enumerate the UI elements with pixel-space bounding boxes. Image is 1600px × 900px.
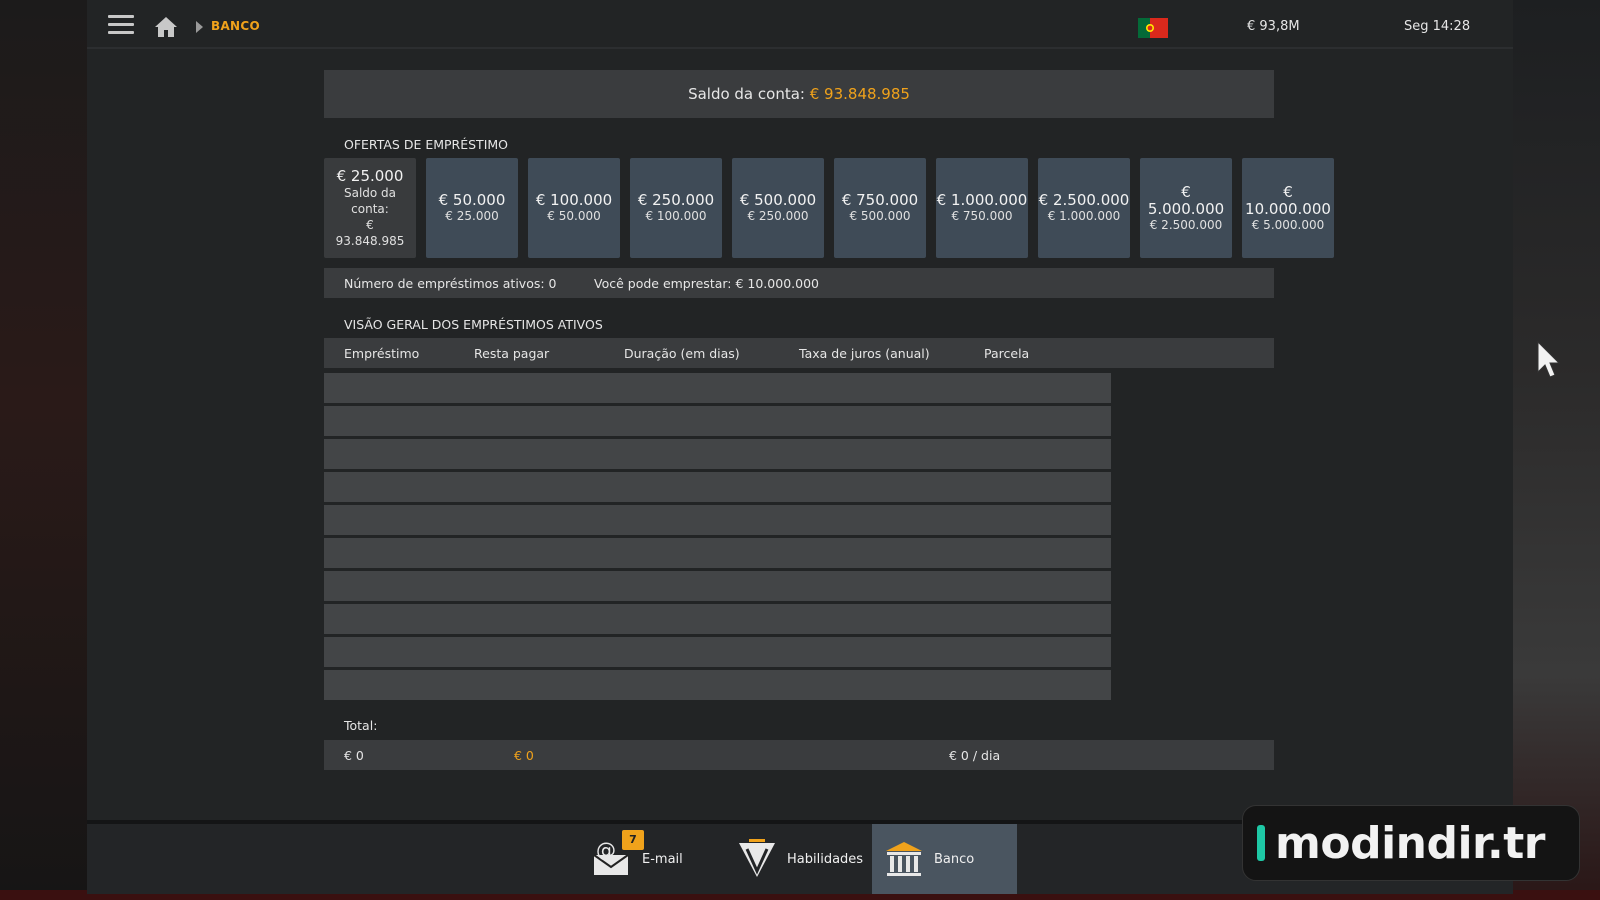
mouse-cursor-icon — [1537, 340, 1560, 378]
loan-offer-card[interactable]: € 2.500.000 € 1.000.000 — [1038, 158, 1130, 258]
hamburger-menu-icon[interactable] — [108, 15, 134, 35]
table-row — [324, 406, 1111, 436]
breadcrumb-arrow-icon — [196, 21, 203, 33]
loan-offer-card[interactable]: € 1.000.000 € 750.000 — [936, 158, 1028, 258]
dock-bank-label: Banco — [934, 851, 975, 867]
loan-offer-card[interactable]: € 100.000 € 50.000 — [528, 158, 620, 258]
bank-window: BANCO € 93,8M Seg 14:28 Saldo da conta: … — [87, 0, 1513, 820]
active-loans-overview-title: VISÃO GERAL DOS EMPRÉSTIMOS ATIVOS — [344, 317, 603, 332]
account-balance-bar: Saldo da conta: € 93.848.985 — [324, 70, 1274, 118]
active-loans-count: Número de empréstimos ativos: 0 — [344, 276, 557, 291]
breadcrumb[interactable]: BANCO — [211, 19, 260, 33]
total-label: Total: — [344, 718, 378, 733]
table-row — [324, 505, 1111, 535]
offer-balance-label: Saldo da conta: — [343, 185, 397, 216]
table-row — [324, 637, 1111, 667]
offer-installment: € 5.000.000 — [1251, 217, 1325, 232]
total-installment: € 0 / dia — [949, 748, 1001, 763]
offer-amount: 5.000.000 — [1147, 199, 1225, 218]
game-clock: Seg 14:28 — [1404, 19, 1471, 34]
total-remaining: € 0 — [514, 748, 534, 763]
skills-icon — [739, 839, 775, 877]
total-loan: € 0 — [344, 748, 364, 763]
offer-amount: € 2.500.000 — [1038, 191, 1130, 209]
watermark-accent-bar — [1257, 825, 1265, 861]
offer-amount: € 250.000 — [637, 191, 715, 209]
offer-amount: € 1.000.000 — [936, 191, 1028, 209]
loan-offer-card[interactable]: € 5.000.000 € 2.500.000 — [1140, 158, 1232, 258]
dock-skills-button[interactable]: Habilidades — [737, 824, 863, 894]
loan-offer-card[interactable]: € 500.000 € 250.000 — [732, 158, 824, 258]
offer-amount: 10.000.000 — [1245, 199, 1331, 218]
table-row — [324, 670, 1111, 700]
dock-email-label: E-mail — [642, 851, 683, 867]
portugal-flag-icon[interactable] — [1138, 18, 1168, 38]
borrow-limit: Você pode emprestar: € 10.000.000 — [594, 276, 819, 291]
column-header-interest: Taxa de juros (anual) — [799, 346, 930, 361]
column-header-loan: Empréstimo — [344, 346, 420, 361]
loan-offer-card[interactable]: € 50.000 € 25.000 — [426, 158, 518, 258]
offer-installment: € 250.000 — [747, 209, 809, 223]
offer-installment: € 1.000.000 — [1047, 209, 1121, 223]
loans-table-header: Empréstimo Resta pagar Duração (em dias)… — [324, 338, 1274, 368]
loan-offer-card[interactable]: € 250.000 € 100.000 — [630, 158, 722, 258]
offer-installment: € 100.000 — [645, 209, 707, 223]
offer-installment: € 750.000 — [951, 209, 1013, 223]
offer-installment: € 50.000 — [547, 209, 601, 223]
offer-balance-value: € 93.848.985 — [335, 217, 405, 248]
offer-installment: € 500.000 — [849, 209, 911, 223]
home-icon[interactable] — [154, 16, 178, 38]
balance-value: € 93.848.985 — [809, 85, 910, 103]
total-bar: € 0 € 0 € 0 / dia — [324, 740, 1274, 770]
column-header-installment: Parcela — [984, 346, 1030, 361]
money-display: € 93,8M — [1247, 19, 1300, 34]
offer-amount: € 750.000 — [841, 191, 919, 209]
bank-icon — [886, 842, 922, 876]
offer-amount: € 50.000 — [438, 191, 506, 209]
watermark-text: modindir.tr — [1275, 817, 1545, 869]
loan-offer-card[interactable]: € 10.000.000 € 5.000.000 — [1242, 158, 1334, 258]
table-row — [324, 373, 1111, 403]
table-row — [324, 571, 1111, 601]
offer-amount-currency: € — [1181, 182, 1191, 201]
balance-label: Saldo da conta: — [688, 85, 805, 103]
table-row — [324, 439, 1111, 469]
loan-offer-card[interactable]: € 750.000 € 500.000 — [834, 158, 926, 258]
top-bar: BANCO € 93,8M Seg 14:28 — [87, 0, 1513, 49]
offer-installment: € 2.500.000 — [1149, 217, 1223, 232]
dock-email-button[interactable]: @ 7 E-mail — [592, 824, 683, 894]
watermark-logo: modindir.tr — [1242, 805, 1580, 881]
column-header-remaining: Resta pagar — [474, 346, 550, 361]
dock-skills-label: Habilidades — [787, 851, 864, 867]
offer-amount: € 25.000 — [336, 166, 404, 185]
loan-offer-card[interactable]: € 25.000 Saldo da conta: € 93.848.985 — [324, 158, 416, 258]
svg-text:@: @ — [596, 839, 616, 862]
background-left — [0, 0, 87, 900]
loan-info-bar: Número de empréstimos ativos: 0 Você pod… — [324, 268, 1274, 298]
loans-table-body — [324, 373, 1111, 703]
offer-amount: € 500.000 — [739, 191, 817, 209]
table-row — [324, 604, 1111, 634]
dock-bank-button[interactable]: Banco — [872, 824, 1017, 894]
background-right — [1512, 0, 1600, 900]
table-row — [324, 538, 1111, 568]
email-unread-badge: 7 — [622, 830, 644, 850]
offer-amount-currency: € — [1283, 182, 1293, 201]
offer-amount: € 100.000 — [535, 191, 613, 209]
offer-installment: € 25.000 — [445, 209, 499, 223]
column-header-duration: Duração (em dias) — [624, 346, 740, 361]
table-row — [324, 472, 1111, 502]
loan-offers-title: OFERTAS DE EMPRÉSTIMO — [344, 137, 509, 152]
